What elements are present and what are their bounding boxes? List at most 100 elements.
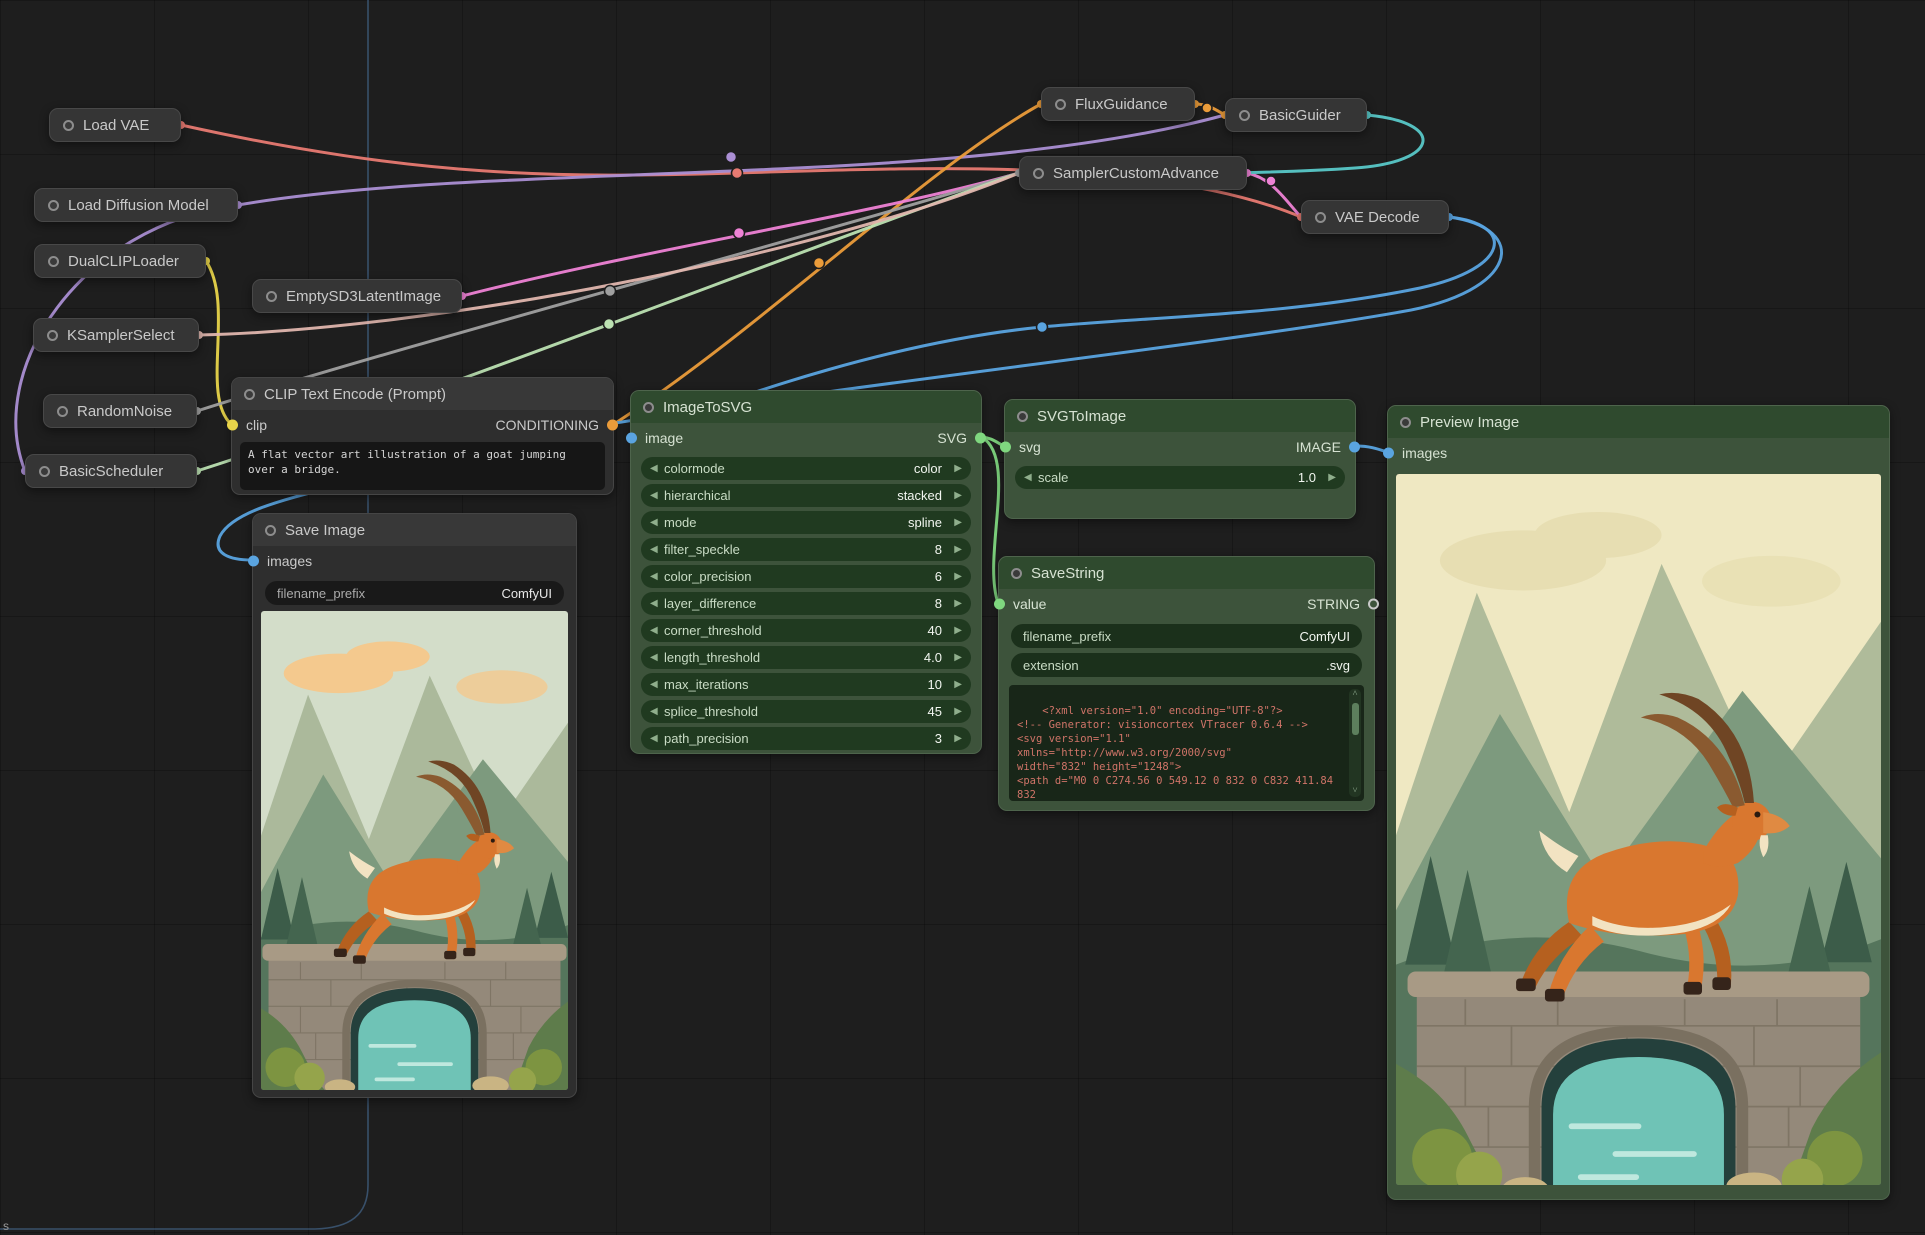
node-save-string[interactable]: SaveString value STRING filename_prefix …	[998, 556, 1375, 811]
left-arrow-icon[interactable]: ◀	[650, 571, 664, 582]
widget-splice-threshold[interactable]: ◀ splice_threshold 45 ▶	[641, 700, 971, 723]
node-header[interactable]: SaveString	[999, 557, 1374, 589]
string-preview-textarea[interactable]: <?xml version="1.0" encoding="UTF-8"?> <…	[1009, 685, 1364, 801]
node-empty-sd3-latent-image[interactable]: EmptySD3LatentImage	[252, 279, 462, 313]
widget-max-iterations[interactable]: ◀ max_iterations 10 ▶	[641, 673, 971, 696]
left-arrow-icon[interactable]: ◀	[650, 517, 664, 528]
right-arrow-icon[interactable]: ▶	[948, 706, 962, 717]
reroute-dot[interactable]	[1202, 103, 1212, 113]
left-arrow-icon[interactable]: ◀	[650, 733, 664, 744]
collapse-dot-icon[interactable]	[1315, 212, 1326, 223]
input-slot-clip[interactable]	[227, 420, 238, 431]
right-arrow-icon[interactable]: ▶	[948, 625, 962, 636]
preview-image-area[interactable]	[1396, 474, 1881, 1185]
widget-corner-threshold[interactable]: ◀ corner_threshold 40 ▶	[641, 619, 971, 642]
left-arrow-icon[interactable]: ◀	[650, 544, 664, 555]
scroll-up-icon[interactable]: ˄	[1352, 690, 1357, 699]
right-arrow-icon[interactable]: ▶	[948, 544, 962, 555]
node-ksampler-select[interactable]: KSamplerSelect	[33, 318, 199, 352]
node-load-vae[interactable]: Load VAE	[49, 108, 181, 142]
reroute-dot[interactable]	[732, 168, 743, 179]
right-arrow-icon[interactable]: ▶	[1322, 472, 1336, 483]
collapse-dot-icon[interactable]	[1017, 411, 1028, 422]
node-header[interactable]: Preview Image	[1388, 406, 1889, 438]
right-arrow-icon[interactable]: ▶	[948, 652, 962, 663]
output-slot-conditioning[interactable]	[607, 420, 618, 431]
collapse-dot-icon[interactable]	[266, 291, 277, 302]
node-load-diffusion-model[interactable]: Load Diffusion Model	[34, 188, 238, 222]
collapse-dot-icon[interactable]	[47, 330, 58, 341]
right-arrow-icon[interactable]: ▶	[948, 679, 962, 690]
left-arrow-icon[interactable]: ◀	[650, 652, 664, 663]
collapse-dot-icon[interactable]	[63, 120, 74, 131]
collapse-dot-icon[interactable]	[57, 406, 68, 417]
reroute-dot[interactable]	[1266, 176, 1276, 186]
output-slot-string[interactable]	[1368, 599, 1379, 610]
widget-filename-prefix[interactable]: filename_prefix ComfyUI	[1011, 624, 1362, 648]
collapse-dot-icon[interactable]	[1239, 110, 1250, 121]
right-arrow-icon[interactable]: ▶	[948, 463, 962, 474]
collapse-dot-icon[interactable]	[1400, 417, 1411, 428]
right-arrow-icon[interactable]: ▶	[948, 490, 962, 501]
widget-extension[interactable]: extension .svg	[1011, 653, 1362, 677]
reroute-dot[interactable]	[1037, 322, 1048, 333]
widget-path-precision[interactable]: ◀ path_precision 3 ▶	[641, 727, 971, 750]
reroute-dot[interactable]	[604, 319, 615, 330]
widget-colormode[interactable]: ◀ colormode color ▶	[641, 457, 971, 480]
left-arrow-icon[interactable]: ◀	[650, 490, 664, 501]
widget-filter-speckle[interactable]: ◀ filter_speckle 8 ▶	[641, 538, 971, 561]
collapse-dot-icon[interactable]	[244, 389, 255, 400]
right-arrow-icon[interactable]: ▶	[948, 598, 962, 609]
collapse-dot-icon[interactable]	[39, 466, 50, 477]
collapse-dot-icon[interactable]	[48, 200, 59, 211]
node-header[interactable]: SVGToImage	[1005, 400, 1355, 432]
widget-mode[interactable]: ◀ mode spline ▶	[641, 511, 971, 534]
input-slot-image[interactable]	[626, 433, 637, 444]
scrollbar[interactable]: ˄˅	[1349, 689, 1361, 797]
widget-scale[interactable]: ◀ scale 1.0 ▶	[1015, 466, 1345, 489]
node-clip-text-encode[interactable]: CLIP Text Encode (Prompt) clip CONDITION…	[231, 377, 614, 495]
right-arrow-icon[interactable]: ▶	[948, 571, 962, 582]
left-arrow-icon[interactable]: ◀	[650, 679, 664, 690]
collapse-dot-icon[interactable]	[1011, 568, 1022, 579]
left-arrow-icon[interactable]: ◀	[650, 463, 664, 474]
output-slot-image[interactable]	[1349, 442, 1360, 453]
node-header[interactable]: Save Image	[253, 514, 576, 546]
node-sampler-custom-advance[interactable]: SamplerCustomAdvance	[1019, 156, 1247, 190]
prompt-textarea[interactable]: A flat vector art illustration of a goat…	[240, 442, 605, 490]
node-preview-image[interactable]: Preview Image images	[1387, 405, 1890, 1200]
input-slot-images[interactable]	[248, 556, 259, 567]
input-slot-images[interactable]	[1383, 448, 1394, 459]
collapse-dot-icon[interactable]	[48, 256, 59, 267]
collapse-dot-icon[interactable]	[643, 402, 654, 413]
reroute-dot[interactable]	[605, 286, 616, 297]
reroute-dot[interactable]	[726, 152, 737, 163]
reroute-dot[interactable]	[734, 228, 745, 239]
widget-hierarchical[interactable]: ◀ hierarchical stacked ▶	[641, 484, 971, 507]
saved-image-preview[interactable]	[261, 611, 568, 1090]
node-vae-decode[interactable]: VAE Decode	[1301, 200, 1449, 234]
comfyui-node-graph-canvas[interactable]: { "canvas": {"corner_label": "s"}, "icon…	[0, 0, 1925, 1235]
right-arrow-icon[interactable]: ▶	[948, 517, 962, 528]
node-image-to-svg[interactable]: ImageToSVG image SVG ◀ colormode color ▶…	[630, 390, 982, 754]
left-arrow-icon[interactable]: ◀	[650, 625, 664, 636]
collapse-dot-icon[interactable]	[1055, 99, 1066, 110]
node-flux-guidance[interactable]: FluxGuidance	[1041, 87, 1195, 121]
widget-layer-difference[interactable]: ◀ layer_difference 8 ▶	[641, 592, 971, 615]
left-arrow-icon[interactable]: ◀	[650, 598, 664, 609]
widget-color-precision[interactable]: ◀ color_precision 6 ▶	[641, 565, 971, 588]
right-arrow-icon[interactable]: ▶	[948, 733, 962, 744]
collapse-dot-icon[interactable]	[265, 525, 276, 536]
scrollbar-thumb[interactable]	[1352, 703, 1359, 735]
node-basic-guider[interactable]: BasicGuider	[1225, 98, 1367, 132]
node-header[interactable]: CLIP Text Encode (Prompt)	[232, 378, 613, 410]
left-arrow-icon[interactable]: ◀	[1024, 472, 1038, 483]
reroute-dot[interactable]	[814, 258, 825, 269]
collapse-dot-icon[interactable]	[1033, 168, 1044, 179]
scroll-down-icon[interactable]: ˅	[1352, 787, 1357, 796]
node-save-image[interactable]: Save Image images filename_prefix ComfyU…	[252, 513, 577, 1098]
widget-length-threshold[interactable]: ◀ length_threshold 4.0 ▶	[641, 646, 971, 669]
widget-filename-prefix[interactable]: filename_prefix ComfyUI	[265, 581, 564, 605]
left-arrow-icon[interactable]: ◀	[650, 706, 664, 717]
output-slot-svg[interactable]	[975, 433, 986, 444]
